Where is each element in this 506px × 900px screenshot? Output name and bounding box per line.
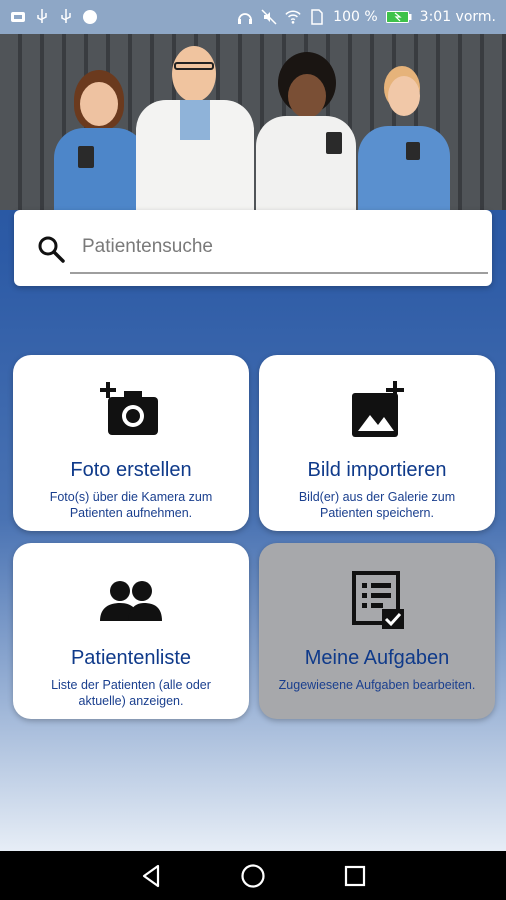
person-figure	[358, 34, 450, 210]
task-list-icon	[259, 569, 495, 631]
sim-icon	[309, 9, 325, 25]
battery-percent: 100 %	[333, 9, 378, 25]
mute-icon	[261, 9, 277, 25]
back-icon[interactable]	[131, 856, 171, 896]
battery-icon	[385, 9, 412, 25]
tile-title: Foto erstellen	[70, 459, 192, 481]
system-nav-bar	[0, 851, 506, 900]
image-add-icon	[259, 381, 495, 443]
person-figure	[136, 34, 254, 210]
tile-title: Bild importieren	[307, 459, 447, 481]
tile-description: Bild(er) aus der Galerie zum Patienten s…	[298, 490, 456, 520]
my-tasks-tile[interactable]: Meine Aufgaben Zugewiesene Aufgaben bear…	[259, 543, 495, 719]
search-underline	[70, 272, 488, 274]
hero-image	[0, 34, 506, 210]
wifi-icon	[285, 9, 301, 25]
dot-icon	[82, 9, 98, 25]
tile-description: Foto(s) über die Kamera zum Patienten au…	[49, 490, 213, 520]
headphones-icon	[237, 9, 253, 25]
recents-icon[interactable]	[335, 856, 375, 896]
cloud-icon	[10, 9, 26, 25]
tile-title: Meine Aufgaben	[304, 647, 450, 669]
search-icon[interactable]	[36, 234, 66, 264]
import-image-tile[interactable]: Bild importieren Bild(er) aus der Galeri…	[259, 355, 495, 531]
tile-description: Zugewiesene Aufgaben bearbeiten.	[278, 678, 476, 692]
usb-icon	[58, 9, 74, 25]
person-figure	[50, 34, 150, 210]
person-figure	[256, 34, 356, 210]
status-left	[10, 9, 98, 25]
tile-title: Patientenliste	[70, 647, 192, 669]
clock: 3:01 vorm.	[419, 9, 496, 25]
people-icon	[13, 569, 249, 631]
home-icon[interactable]	[233, 856, 273, 896]
status-right: 100 % 3:01 vorm.	[237, 9, 496, 25]
patient-search-input[interactable]	[82, 232, 502, 262]
take-photo-tile[interactable]: Foto erstellen Foto(s) über die Kamera z…	[13, 355, 249, 531]
status-bar: 100 % 3:01 vorm.	[0, 0, 506, 34]
patient-search-card[interactable]	[14, 210, 502, 286]
patient-list-tile[interactable]: Patientenliste Liste der Patienten (alle…	[13, 543, 249, 719]
camera-add-icon	[13, 381, 249, 443]
usb-icon	[34, 9, 50, 25]
tile-description: Liste der Patienten (alle oder aktuelle)…	[51, 678, 211, 708]
